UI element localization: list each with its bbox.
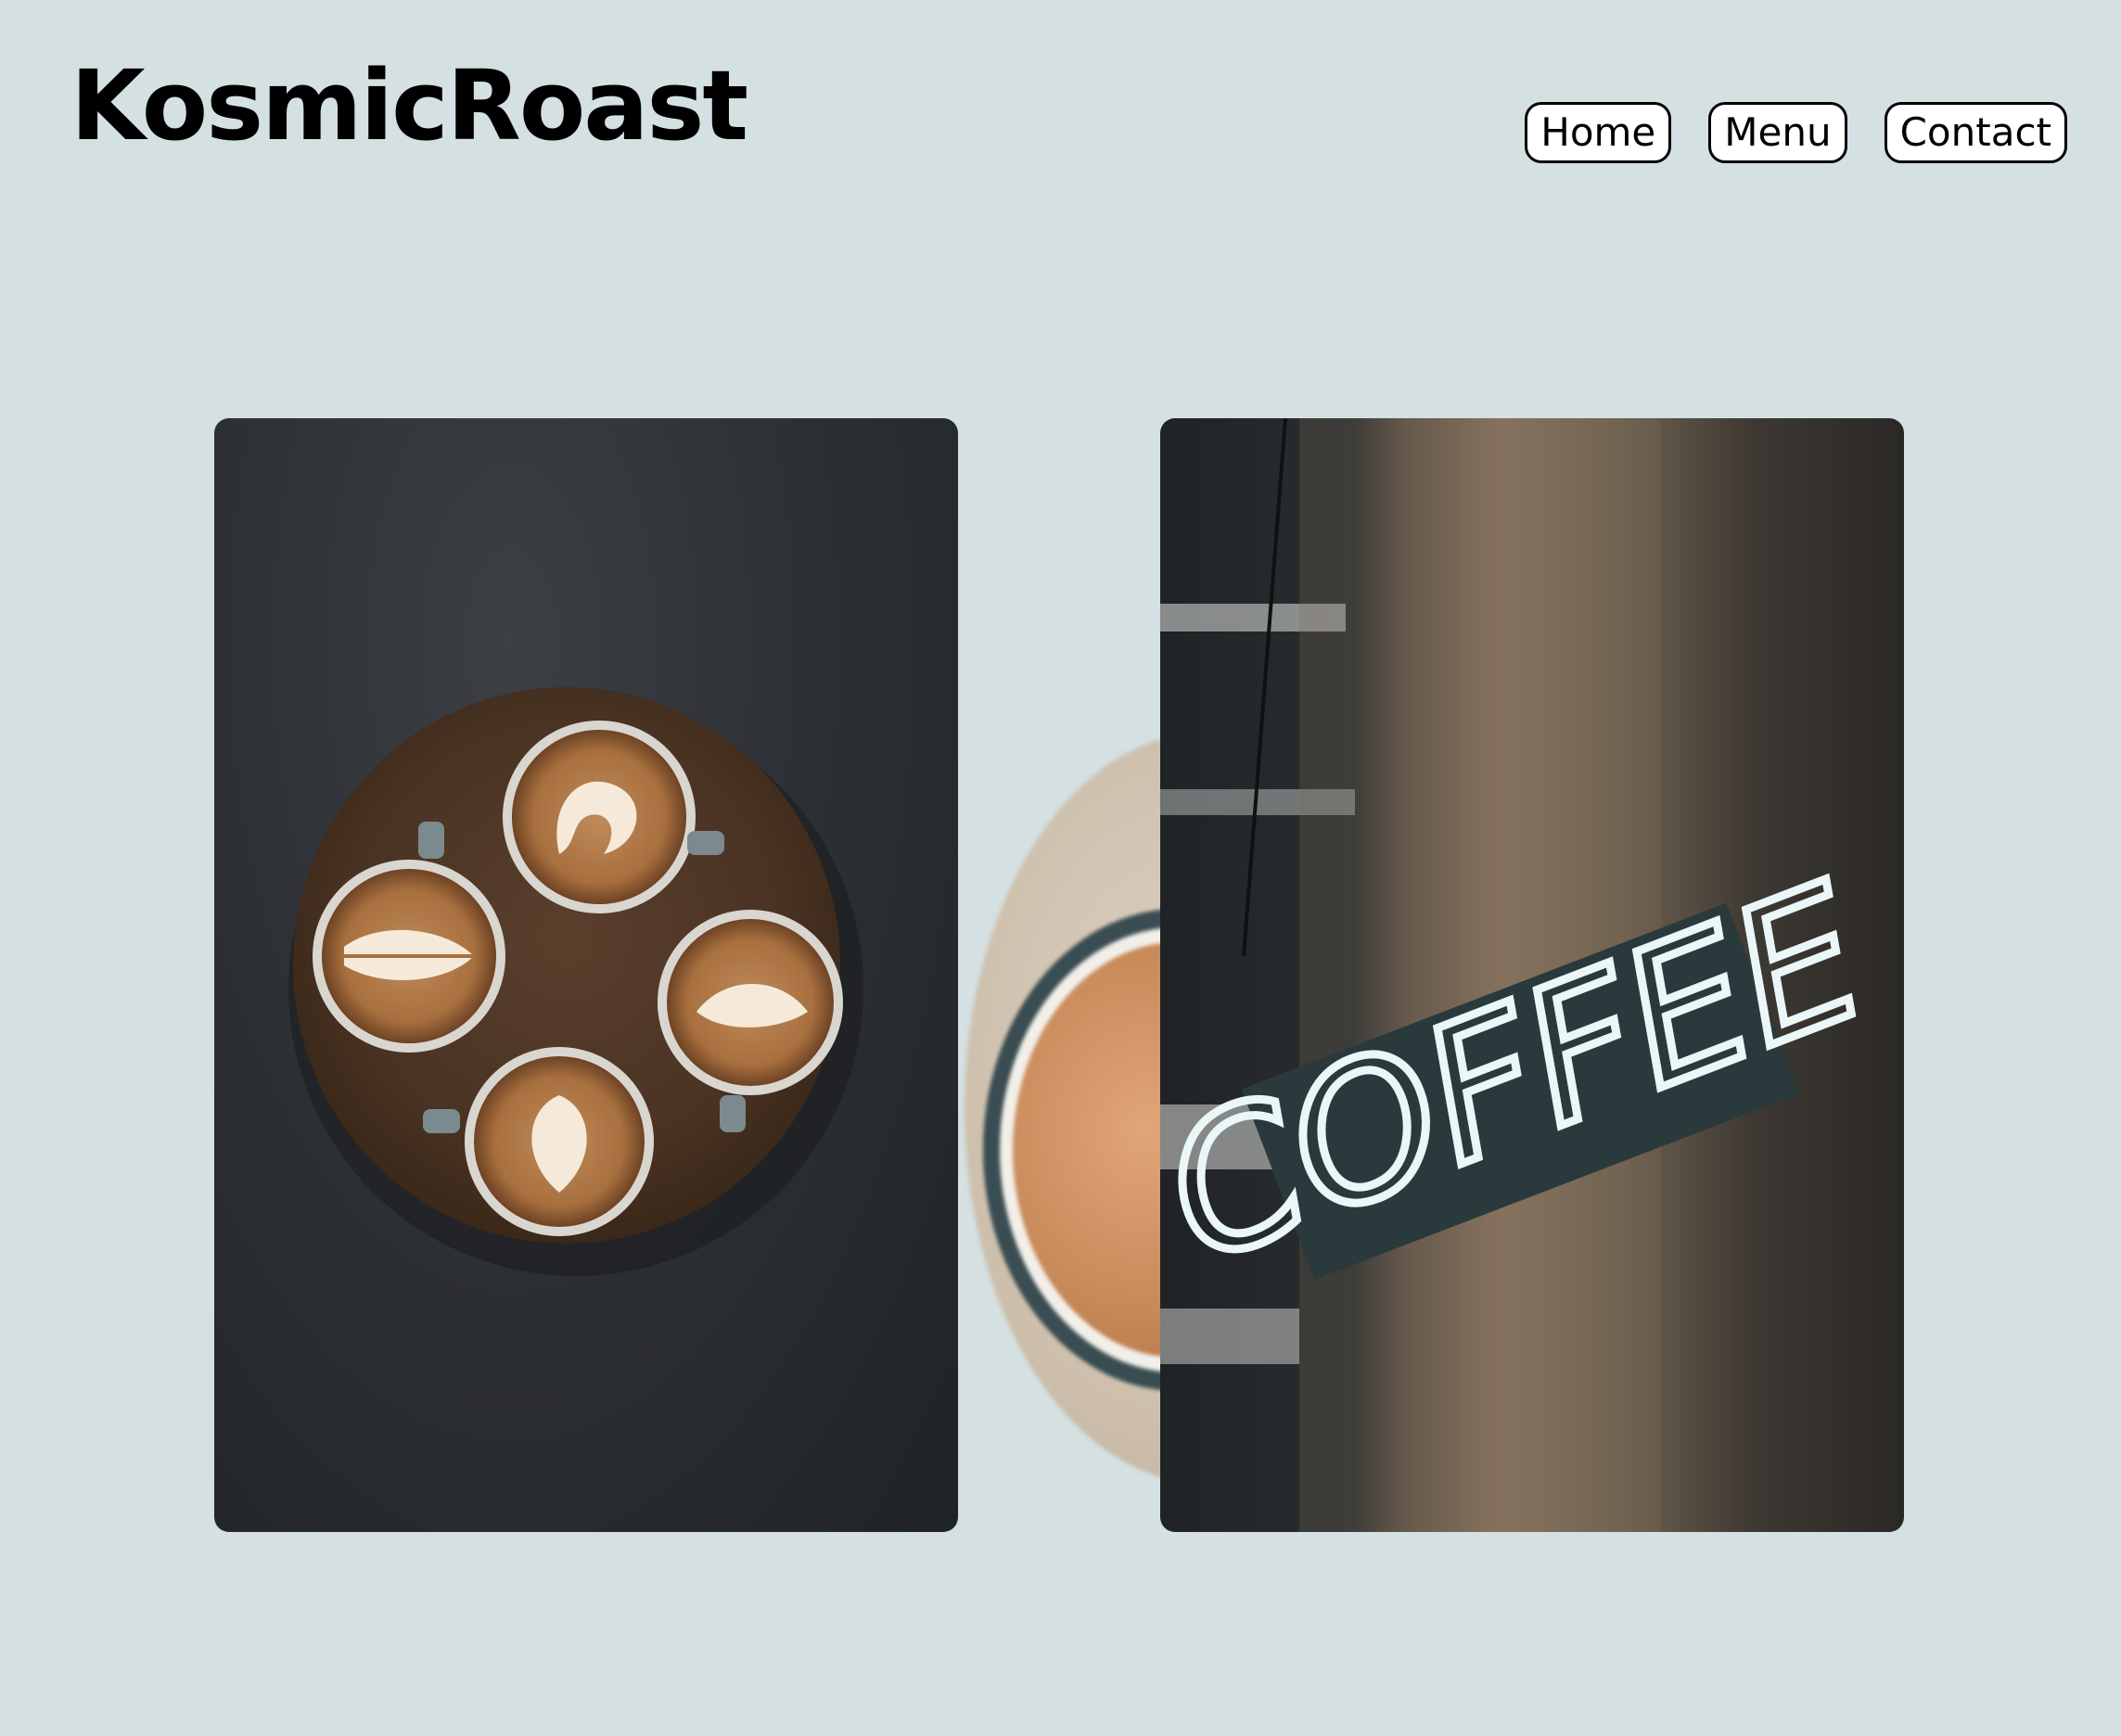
neon-sign-photo: COFFEE: [1160, 418, 1904, 1532]
brand-logo[interactable]: KosmicRoast: [70, 48, 748, 164]
latte-art-illustration: [288, 687, 863, 1276]
main-nav: Home Menu Contact: [1525, 102, 2067, 163]
neon-sign-illustration: COFFEE: [1160, 418, 1895, 1532]
latte-art-photo: [214, 418, 958, 1532]
page: KosmicRoast Home Menu Contact COFFEE: [0, 0, 2121, 1736]
nav-contact-button[interactable]: Contact: [1884, 102, 2067, 163]
nav-home-button[interactable]: Home: [1525, 102, 1672, 163]
nav-menu-button[interactable]: Menu: [1708, 102, 1847, 163]
